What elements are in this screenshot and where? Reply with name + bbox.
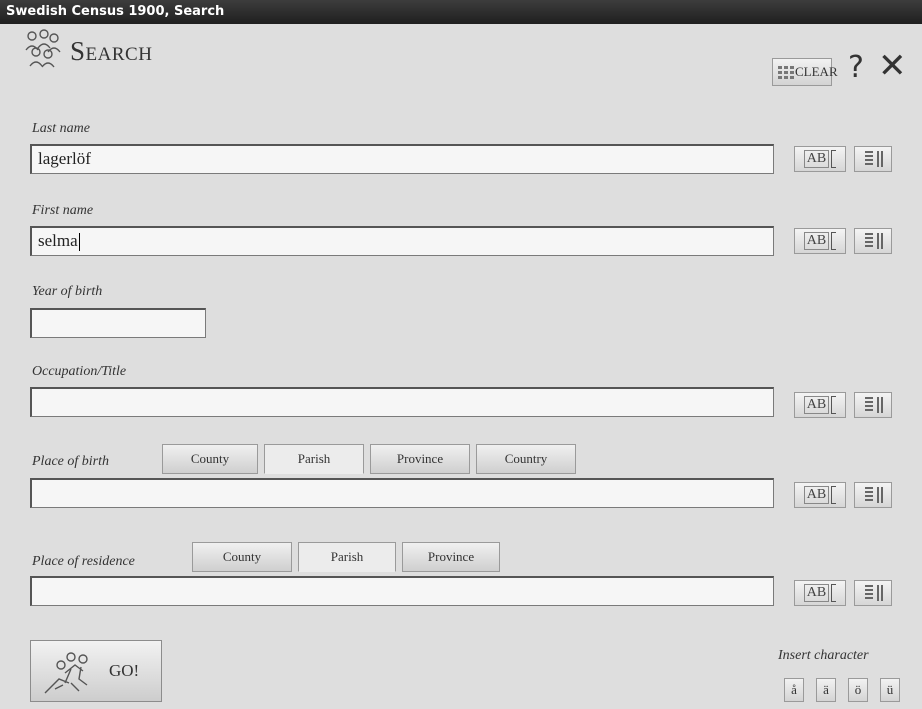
list-icon	[865, 397, 883, 413]
list-icon	[865, 233, 883, 249]
window-title: Swedish Census 1900, Search	[6, 4, 225, 19]
insert-character-label: Insert character	[778, 648, 869, 663]
case-toggle-button[interactable]: AB	[794, 146, 846, 172]
text-case-icon	[831, 395, 837, 414]
last-name-input[interactable]: lagerlöf	[30, 144, 774, 174]
people-group-icon	[25, 29, 61, 68]
year-of-birth-label: Year of birth	[32, 284, 103, 299]
people-running-icon	[44, 652, 88, 694]
text-case-icon	[831, 231, 837, 250]
insert-char-u-umlaut[interactable]: ü	[880, 678, 900, 702]
text-cursor	[78, 233, 80, 252]
first-name-input[interactable]: selma	[30, 226, 774, 256]
list-options-button[interactable]	[854, 146, 892, 172]
insert-char-a-ring[interactable]: å	[784, 678, 804, 702]
list-options-button[interactable]	[854, 580, 892, 606]
tab-residence-province[interactable]: Province	[402, 542, 500, 572]
search-window	[0, 24, 922, 709]
text-case-icon	[831, 149, 837, 168]
case-toggle-button[interactable]: AB	[794, 228, 846, 254]
insert-char-o-umlaut[interactable]: ö	[848, 678, 868, 702]
tab-birth-county[interactable]: County	[162, 444, 258, 474]
place-of-birth-label: Place of birth	[32, 454, 109, 469]
occupation-input[interactable]	[30, 387, 774, 417]
grid-icon	[778, 66, 794, 79]
list-options-button[interactable]	[854, 392, 892, 418]
tab-residence-parish[interactable]: Parish	[298, 542, 396, 572]
text-case-icon	[831, 583, 837, 602]
list-options-button[interactable]	[854, 482, 892, 508]
ab-label: AB	[803, 150, 830, 168]
list-icon	[865, 487, 883, 503]
help-icon[interactable]: ?	[848, 50, 864, 85]
first-name-label: First name	[32, 203, 94, 218]
case-toggle-button[interactable]: AB	[794, 580, 846, 606]
last-name-value: lagerlöf	[38, 149, 91, 168]
occupation-label: Occupation/Title	[32, 364, 127, 379]
year-of-birth-input[interactable]	[30, 308, 206, 338]
ab-label: AB	[803, 396, 830, 414]
case-toggle-button[interactable]: AB	[794, 392, 846, 418]
list-options-button[interactable]	[854, 228, 892, 254]
window-titlebar: Swedish Census 1900, Search	[0, 0, 922, 24]
text-case-icon	[831, 485, 837, 504]
tab-birth-country[interactable]: Country	[476, 444, 576, 474]
last-name-label: Last name	[32, 121, 90, 136]
page-title: Search	[70, 36, 153, 66]
go-button-label: GO!	[109, 661, 140, 680]
first-name-value: selma	[38, 231, 78, 250]
clear-button-label: CLEAR	[795, 64, 838, 79]
go-button[interactable]: GO!	[30, 640, 162, 702]
case-toggle-button[interactable]: AB	[794, 482, 846, 508]
insert-char-a-umlaut[interactable]: ä	[816, 678, 836, 702]
list-icon	[865, 151, 883, 167]
ab-label: AB	[803, 584, 830, 602]
ab-label: AB	[803, 486, 830, 504]
place-of-residence-label: Place of residence	[32, 554, 135, 569]
place-of-birth-input[interactable]	[30, 478, 774, 508]
close-icon[interactable]: ✕	[878, 48, 907, 84]
tab-residence-county[interactable]: County	[192, 542, 292, 572]
list-icon	[865, 585, 883, 601]
ab-label: AB	[803, 232, 830, 250]
place-of-residence-input[interactable]	[30, 576, 774, 606]
clear-button[interactable]: CLEAR	[772, 58, 838, 86]
tab-birth-parish[interactable]: Parish	[264, 444, 364, 474]
tab-birth-province[interactable]: Province	[370, 444, 470, 474]
